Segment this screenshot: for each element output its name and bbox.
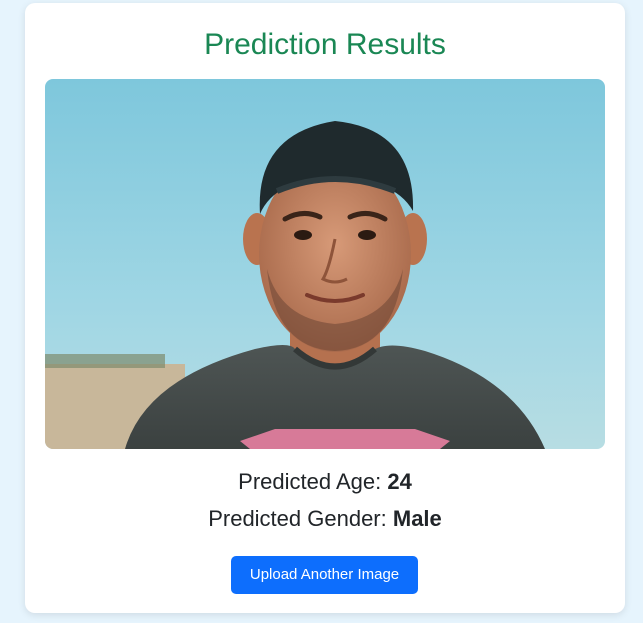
upload-another-image-button[interactable]: Upload Another Image bbox=[231, 556, 418, 594]
gender-label: Predicted Gender: bbox=[208, 506, 387, 531]
age-label: Predicted Age: bbox=[238, 469, 382, 494]
predicted-age-line: Predicted Age: 24 bbox=[25, 468, 625, 496]
age-value: 24 bbox=[387, 469, 412, 494]
portrait-image bbox=[45, 79, 605, 449]
page-title: Prediction Results bbox=[204, 28, 446, 61]
predicted-gender-line: Predicted Gender: Male bbox=[25, 505, 625, 533]
gender-value: Male bbox=[392, 506, 442, 531]
uploaded-photo bbox=[45, 79, 605, 449]
results-card: Prediction Results Predicted Age: 24 Pre… bbox=[25, 3, 625, 613]
